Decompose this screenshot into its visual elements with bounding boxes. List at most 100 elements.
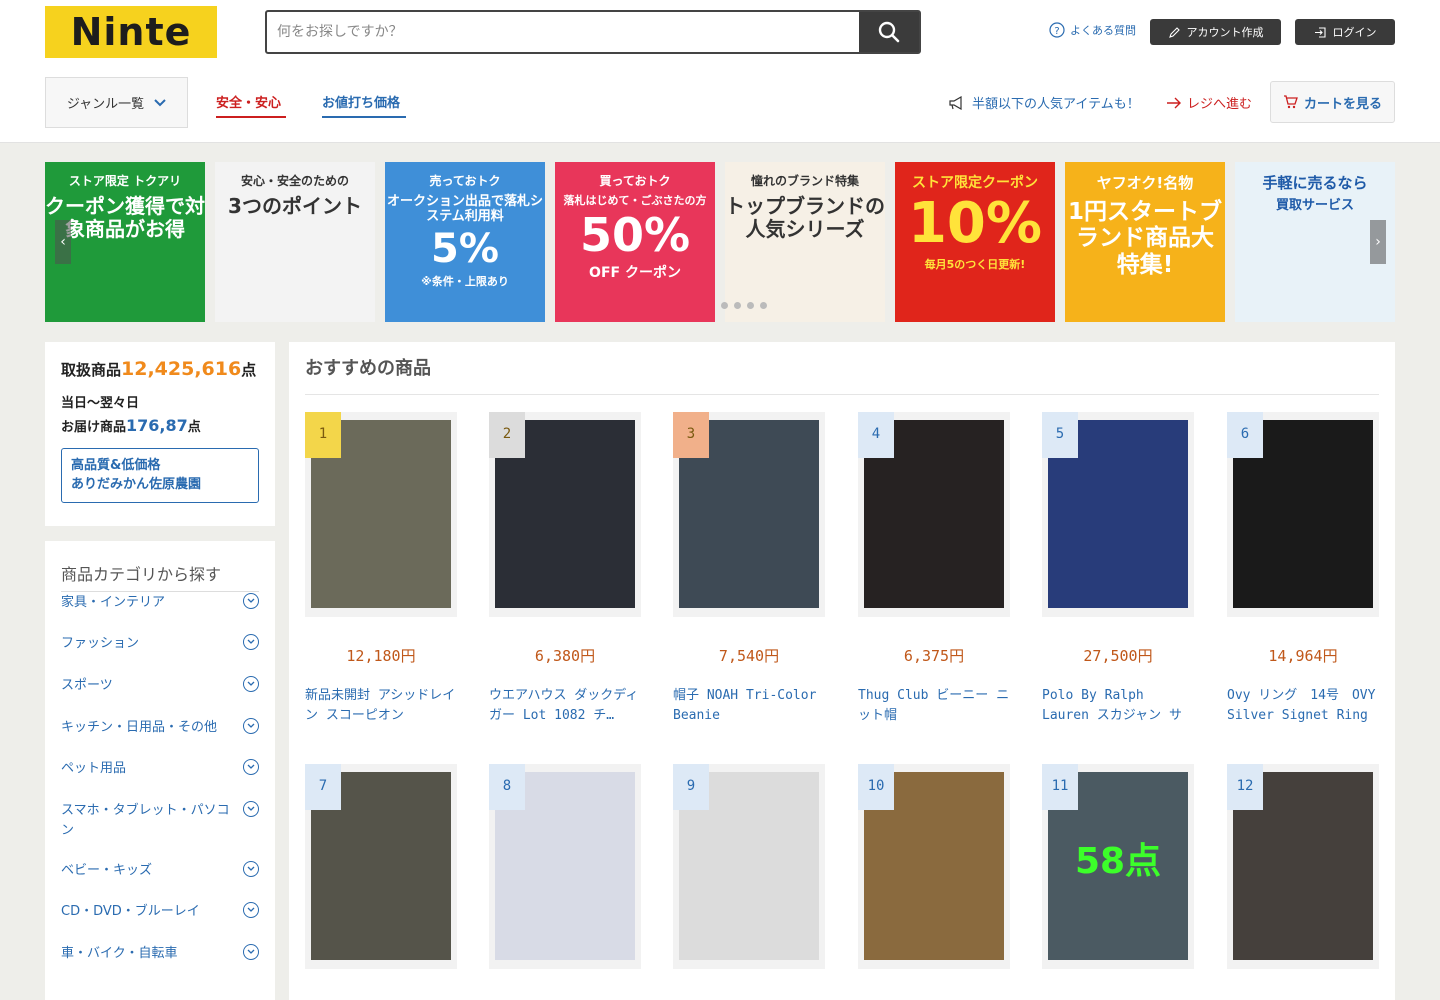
product-card[interactable]: 7 [305,764,457,969]
banner-3[interactable]: 買っておトク 落札はじめて・ごぶさたの方 50% OFF クーポン [555,162,715,322]
arrow-right-icon [1167,97,1181,108]
product-card[interactable]: 11 58点 [1042,764,1194,969]
category-item[interactable]: 家具・インテリア [61,593,259,613]
banner-5-text1: ストア限定クーポン [912,175,1038,191]
chevron-down-icon[interactable] [243,902,259,918]
product-name[interactable]: Ovy リング 14号 OVY Silver Signet Ring [1227,686,1379,728]
product-image[interactable]: 10 [858,764,1010,969]
category-item[interactable]: スマホ・タブレット・パソコン [61,801,259,840]
chevron-down-icon[interactable] [243,944,259,960]
fast-delivery-count: 176,87 [126,415,188,435]
product-name[interactable]: Thug Club ビーニー ニット帽 [858,686,1010,728]
login-button[interactable]: ログイン [1295,19,1395,45]
category-item[interactable]: ペット用品 [61,759,259,779]
create-account-button[interactable]: アカウント作成 [1150,19,1281,45]
product-image[interactable]: 1 [305,412,457,617]
banner-2-text2: オークション出品で落札システム利用料 [386,194,543,224]
cart-icon [1283,95,1298,109]
genre-label: ジャンル一覧 [66,97,145,112]
banner-1[interactable]: 安心・安全のための 3つのポイント [215,162,375,322]
product-image[interactable]: 6 [1227,412,1379,617]
chevron-down-icon[interactable] [243,593,259,609]
category-item[interactable]: ベビー・キッズ [61,861,259,881]
product-image[interactable]: 9 [673,764,825,969]
product-card[interactable]: 3 7,540円 帽子 NOAH Tri-Color Beanie [673,412,825,728]
site-header: Ninte ? よくある質問 アカウント作成 ログイン ジャンル一覧 安全・安心… [0,0,1440,143]
banner-4[interactable]: 憧れのブランド特集 トップブランドの人気シリーズ [725,162,885,322]
faq-link[interactable]: ? よくある質問 [1049,22,1136,38]
total-items-count: 12,425,616 [121,358,242,380]
rank-badge: 2 [489,412,525,458]
fast-delivery-label: 当日〜翌々日 [61,396,140,411]
product-image[interactable]: 7 [305,764,457,969]
product-price: 14,964円 [1268,647,1338,665]
product-card[interactable]: 10 [858,764,1010,969]
product-card[interactable]: 9 [673,764,825,969]
category-item[interactable]: CD・DVD・ブルーレイ [61,902,259,922]
carousel-dot[interactable] [734,302,741,309]
banner-1-text1: 安心・安全のための [240,174,349,188]
product-card[interactable]: 5 27,500円 Polo By Ralph Lauren スカジャン サテン … [1042,412,1194,728]
chevron-down-icon[interactable] [243,634,259,650]
banner-0-text1: ストア限定 トクアリ [68,174,182,188]
banner-2[interactable]: 売っておトク オークション出品で落札システム利用料 5% ※条件・上限あり [385,162,545,322]
product-card[interactable]: 2 6,380円 ウエアハウス ダックディガー Lot 1082 チ… [489,412,641,728]
category-item[interactable]: ファッション [61,634,259,654]
fast-delivery-label2: お届け商品 [61,419,127,435]
product-image[interactable]: 11 58点 [1042,764,1194,969]
product-name[interactable]: 新品未開封 アシッドレイン スコーピオン [305,686,457,728]
product-name[interactable]: 帽子 NOAH Tri-Color Beanie [673,686,825,728]
product-photo-overlay-text: 58点 [1074,841,1162,882]
product-card[interactable]: 4 6,375円 Thug Club ビーニー ニット帽 [858,412,1010,728]
site-logo[interactable]: Ninte [45,6,217,58]
carousel-dot[interactable] [747,302,754,309]
rank-badge: 4 [858,412,894,458]
category-item-label: スポーツ [61,678,113,693]
product-image[interactable]: 3 [673,412,825,617]
category-item[interactable]: 車・バイク・自転車 [61,944,259,964]
product-card[interactable]: 6 14,964円 Ovy リング 14号 OVY Silver Signet Ri… [1227,412,1379,728]
chevron-down-icon[interactable] [243,759,259,775]
carousel-dot[interactable] [721,302,728,309]
product-card[interactable]: 1 12,180円新品未開封 アシッドレイン スコーピオン [305,412,457,728]
products-title: おすすめの商品 [305,354,1379,395]
product-image[interactable]: 8 [489,764,641,969]
half-price-promo-link[interactable]: 半額以下の人気アイテムも！ [948,93,1140,112]
faq-label: よくある質問 [1070,24,1136,37]
product-image[interactable]: 5 [1042,412,1194,617]
product-price: 12,180円 [346,647,416,665]
category-item[interactable]: キッチン・日用品・その他 [61,718,259,738]
banner-5[interactable]: ストア限定クーポン 10% 毎月5のつく日更新! [895,162,1055,322]
banner-3-text1: 買っておトク [599,174,671,188]
genre-dropdown[interactable]: ジャンル一覧 [45,77,188,128]
view-cart-button[interactable]: カートを見る [1270,81,1395,123]
rank-badge: 10 [858,764,894,810]
register-link[interactable]: レジへ進む [1166,93,1252,112]
banner-6-text1: ヤフオク!名物 [1096,174,1194,192]
search-button[interactable] [859,12,919,52]
product-name[interactable]: ウエアハウス ダックディガー Lot 1082 チ… [489,686,641,728]
category-item-label: キッチン・日用品・その他 [61,720,218,735]
product-image[interactable]: 12 [1227,764,1379,969]
product-image[interactable]: 4 [858,412,1010,617]
banner-1-text2: 3つのポイント [228,194,362,218]
search-input[interactable] [267,12,859,52]
chevron-down-icon[interactable] [243,801,259,817]
carousel-dot[interactable] [760,302,767,309]
product-price: 27,500円 [1083,647,1153,665]
carousel-prev-button[interactable]: ‹ [55,220,71,264]
banner-6[interactable]: ヤフオク!名物 1円スタートブランド商品大特集! [1065,162,1225,322]
category-item[interactable]: スポーツ [61,676,259,696]
chevron-down-icon[interactable] [243,861,259,877]
quality-store-link[interactable]: 高品質&低価格 ありだみかん佐原農園 [61,447,259,503]
nav-safe-link[interactable]: 安全・安心 [216,92,286,118]
chevron-down-icon[interactable] [243,718,259,734]
nav-price-link[interactable]: お値打ち価格 [322,92,406,118]
product-card[interactable]: 8 [489,764,641,969]
product-card[interactable]: 12 [1227,764,1379,969]
carousel-next-button[interactable]: › [1370,220,1386,264]
create-account-label: アカウント作成 [1186,26,1264,39]
product-name[interactable]: Polo By Ralph Lauren スカジャン サテン … [1042,686,1194,728]
chevron-down-icon[interactable] [243,676,259,692]
product-image[interactable]: 2 [489,412,641,617]
